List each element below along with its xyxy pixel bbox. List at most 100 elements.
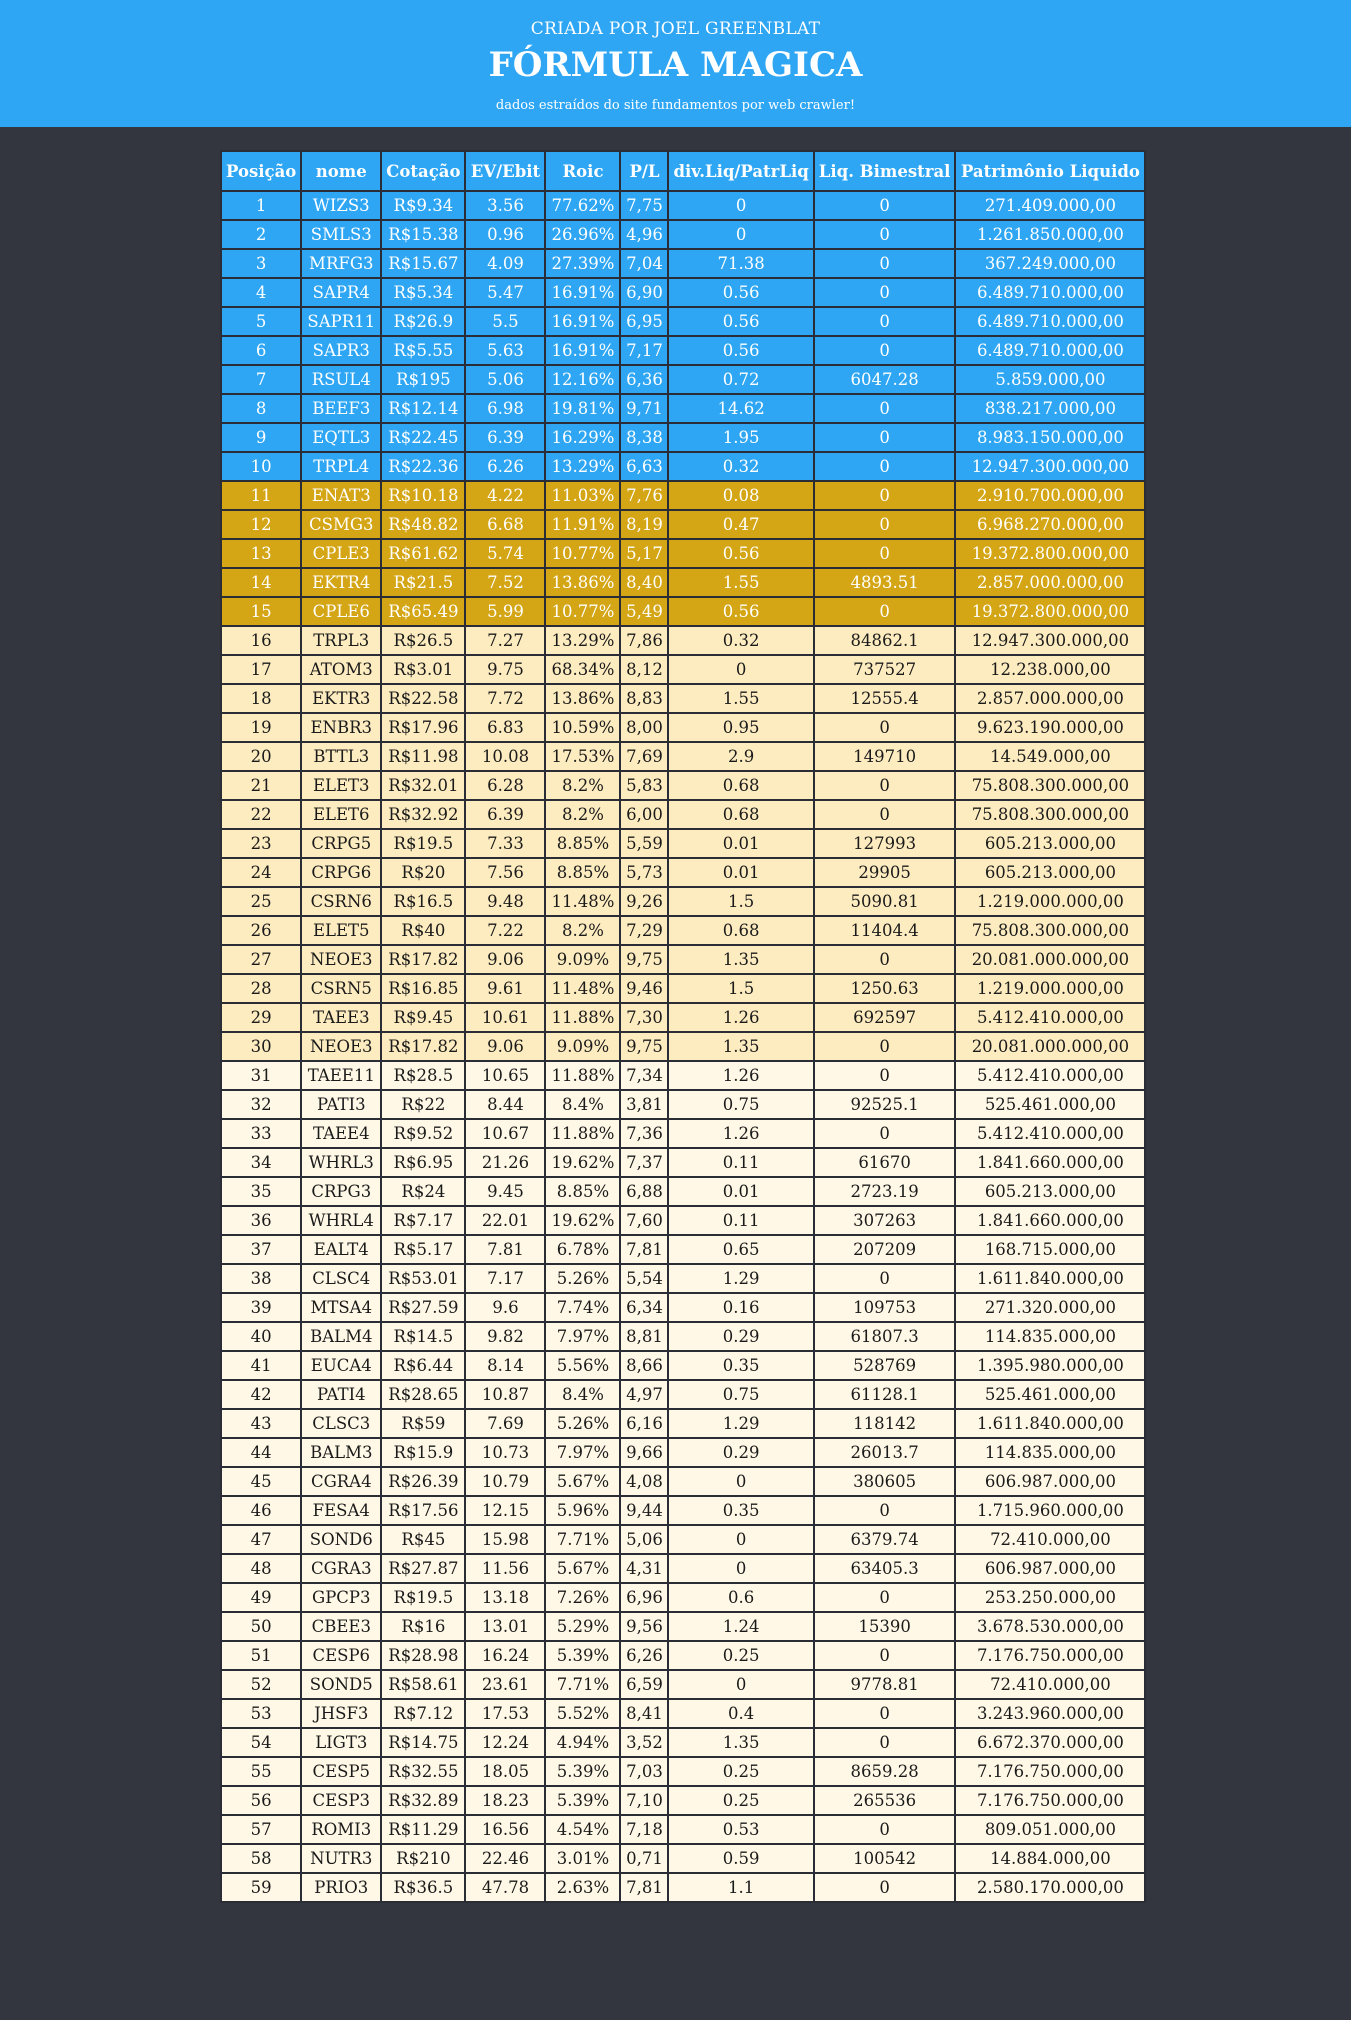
cell-ev-ebit: 9.82 <box>464 1321 547 1352</box>
cell-patrimonio-liquido: 75.808.300.000,00 <box>954 799 1147 830</box>
table-row: 32 PATI3 R$22 8.44 8.4% 3,81 0.75 92525.1 525.46… <box>219 1089 1147 1120</box>
cell-ev-ebit: 10.79 <box>464 1466 547 1497</box>
cell-name: CGRA3 <box>300 1553 383 1584</box>
cell-pl: 8,19 <box>619 509 670 540</box>
cell-patrimonio-liquido: 367.249.000,00 <box>954 248 1147 279</box>
cell-pl: 9,71 <box>619 393 670 424</box>
cell-roic: 5.39% <box>544 1640 622 1671</box>
cell-div-liq-patrliq: 0.25 <box>667 1785 815 1816</box>
cell-ev-ebit: 8.14 <box>464 1350 547 1381</box>
cell-name: ELET3 <box>300 770 383 801</box>
cell-patrimonio-liquido: 525.461.000,00 <box>954 1089 1147 1120</box>
cell-position: 26 <box>219 915 303 946</box>
cell-roic: 11.91% <box>544 509 622 540</box>
cell-roic: 10.77% <box>544 538 622 569</box>
cell-ev-ebit: 9.06 <box>464 1031 547 1062</box>
cell-price: R$19.5 <box>380 1582 467 1613</box>
cell-div-liq-patrliq: 0 <box>667 1669 815 1700</box>
cell-position: 36 <box>219 1205 303 1236</box>
cell-liq-bimestral: 0 <box>812 1031 957 1062</box>
cell-ev-ebit: 10.08 <box>464 741 547 772</box>
cell-ev-ebit: 5.99 <box>464 596 547 627</box>
cell-ev-ebit: 9.75 <box>464 654 547 685</box>
cell-pl: 6,95 <box>619 306 670 337</box>
cell-position: 5 <box>219 306 303 337</box>
cell-roic: 13.86% <box>544 683 622 714</box>
cell-price: R$53.01 <box>380 1263 467 1294</box>
cell-name: ENAT3 <box>300 480 383 511</box>
ranking-table-container: Posição nome Cotação EV/Ebit Roic P/L div.Liq/… <box>219 150 1147 1903</box>
cell-pl: 6,26 <box>619 1640 670 1671</box>
cell-patrimonio-liquido: 5.412.410.000,00 <box>954 1002 1147 1033</box>
cell-roic: 8.85% <box>544 857 622 888</box>
cell-div-liq-patrliq: 1.95 <box>667 422 815 453</box>
cell-liq-bimestral: 265536 <box>812 1785 957 1816</box>
cell-ev-ebit: 7.81 <box>464 1234 547 1265</box>
cell-div-liq-patrliq: 0 <box>667 1524 815 1555</box>
cell-roic: 3.01% <box>544 1843 622 1874</box>
cell-div-liq-patrliq: 0.47 <box>667 509 815 540</box>
cell-roic: 6.78% <box>544 1234 622 1265</box>
cell-patrimonio-liquido: 1.841.660.000,00 <box>954 1205 1147 1236</box>
cell-roic: 7.97% <box>544 1437 622 1468</box>
cell-liq-bimestral: 5090.81 <box>812 886 957 917</box>
cell-pl: 7,81 <box>619 1872 670 1903</box>
cell-price: R$26.39 <box>380 1466 467 1497</box>
table-row: 45 CGRA4 R$26.39 10.79 5.67% 4,08 0 380605 606.9… <box>219 1466 1147 1497</box>
cell-ev-ebit: 47.78 <box>464 1872 547 1903</box>
cell-liq-bimestral: 307263 <box>812 1205 957 1236</box>
cell-patrimonio-liquido: 605.213.000,00 <box>954 828 1147 859</box>
cell-liq-bimestral: 149710 <box>812 741 957 772</box>
cell-div-liq-patrliq: 0.68 <box>667 799 815 830</box>
cell-liq-bimestral: 0 <box>812 1814 957 1845</box>
table-row: 9 EQTL3 R$22.45 6.39 16.29% 8,38 1.95 0 8.983.15… <box>219 422 1147 453</box>
cell-price: R$195 <box>380 364 467 395</box>
table-row: 50 CBEE3 R$16 13.01 5.29% 9,56 1.24 15390 3.678.… <box>219 1611 1147 1642</box>
cell-pl: 5,49 <box>619 596 670 627</box>
cell-name: ELET5 <box>300 915 383 946</box>
cell-patrimonio-liquido: 1.611.840.000,00 <box>954 1263 1147 1294</box>
cell-price: R$3.01 <box>380 654 467 685</box>
cell-roic: 2.63% <box>544 1872 622 1903</box>
cell-pl: 7,34 <box>619 1060 670 1091</box>
cell-price: R$20 <box>380 857 467 888</box>
cell-div-liq-patrliq: 0.35 <box>667 1495 815 1526</box>
cell-price: R$15.9 <box>380 1437 467 1468</box>
cell-name: WIZS3 <box>300 190 383 221</box>
cell-pl: 6,90 <box>619 277 670 308</box>
cell-pl: 9,75 <box>619 1031 670 1062</box>
cell-roic: 27.39% <box>544 248 622 279</box>
cell-position: 18 <box>219 683 303 714</box>
cell-name: CPLE3 <box>300 538 383 569</box>
cell-position: 7 <box>219 364 303 395</box>
cell-pl: 7,69 <box>619 741 670 772</box>
table-row: 28 CSRN5 R$16.85 9.61 11.48% 9,46 1.5 1250.63 1.… <box>219 973 1147 1004</box>
cell-pl: 7,86 <box>619 625 670 656</box>
cell-name: FESA4 <box>300 1495 383 1526</box>
cell-position: 16 <box>219 625 303 656</box>
cell-liq-bimestral: 0 <box>812 306 957 337</box>
cell-liq-bimestral: 4893.51 <box>812 567 957 598</box>
cell-ev-ebit: 7.72 <box>464 683 547 714</box>
cell-name: CPLE6 <box>300 596 383 627</box>
cell-roic: 8.4% <box>544 1089 622 1120</box>
table-row: 52 SOND5 R$58.61 23.61 7.71% 6,59 0 9778.81 72.4… <box>219 1669 1147 1700</box>
cell-pl: 5,73 <box>619 857 670 888</box>
cell-div-liq-patrliq: 0.25 <box>667 1640 815 1671</box>
cell-roic: 11.88% <box>544 1118 622 1149</box>
cell-liq-bimestral: 109753 <box>812 1292 957 1323</box>
cell-ev-ebit: 4.09 <box>464 248 547 279</box>
cell-roic: 5.67% <box>544 1553 622 1584</box>
cell-name: PATI4 <box>300 1379 383 1410</box>
cell-price: R$65.49 <box>380 596 467 627</box>
cell-pl: 6,59 <box>619 1669 670 1700</box>
cell-ev-ebit: 8.44 <box>464 1089 547 1120</box>
cell-roic: 9.09% <box>544 1031 622 1062</box>
cell-position: 19 <box>219 712 303 743</box>
cell-liq-bimestral: 0 <box>812 712 957 743</box>
cell-ev-ebit: 5.63 <box>464 335 547 366</box>
cell-div-liq-patrliq: 0.56 <box>667 538 815 569</box>
cell-price: R$9.52 <box>380 1118 467 1149</box>
cell-ev-ebit: 7.22 <box>464 915 547 946</box>
table-row: 55 CESP5 R$32.55 18.05 5.39% 7,03 0.25 8659.28 7… <box>219 1756 1147 1787</box>
